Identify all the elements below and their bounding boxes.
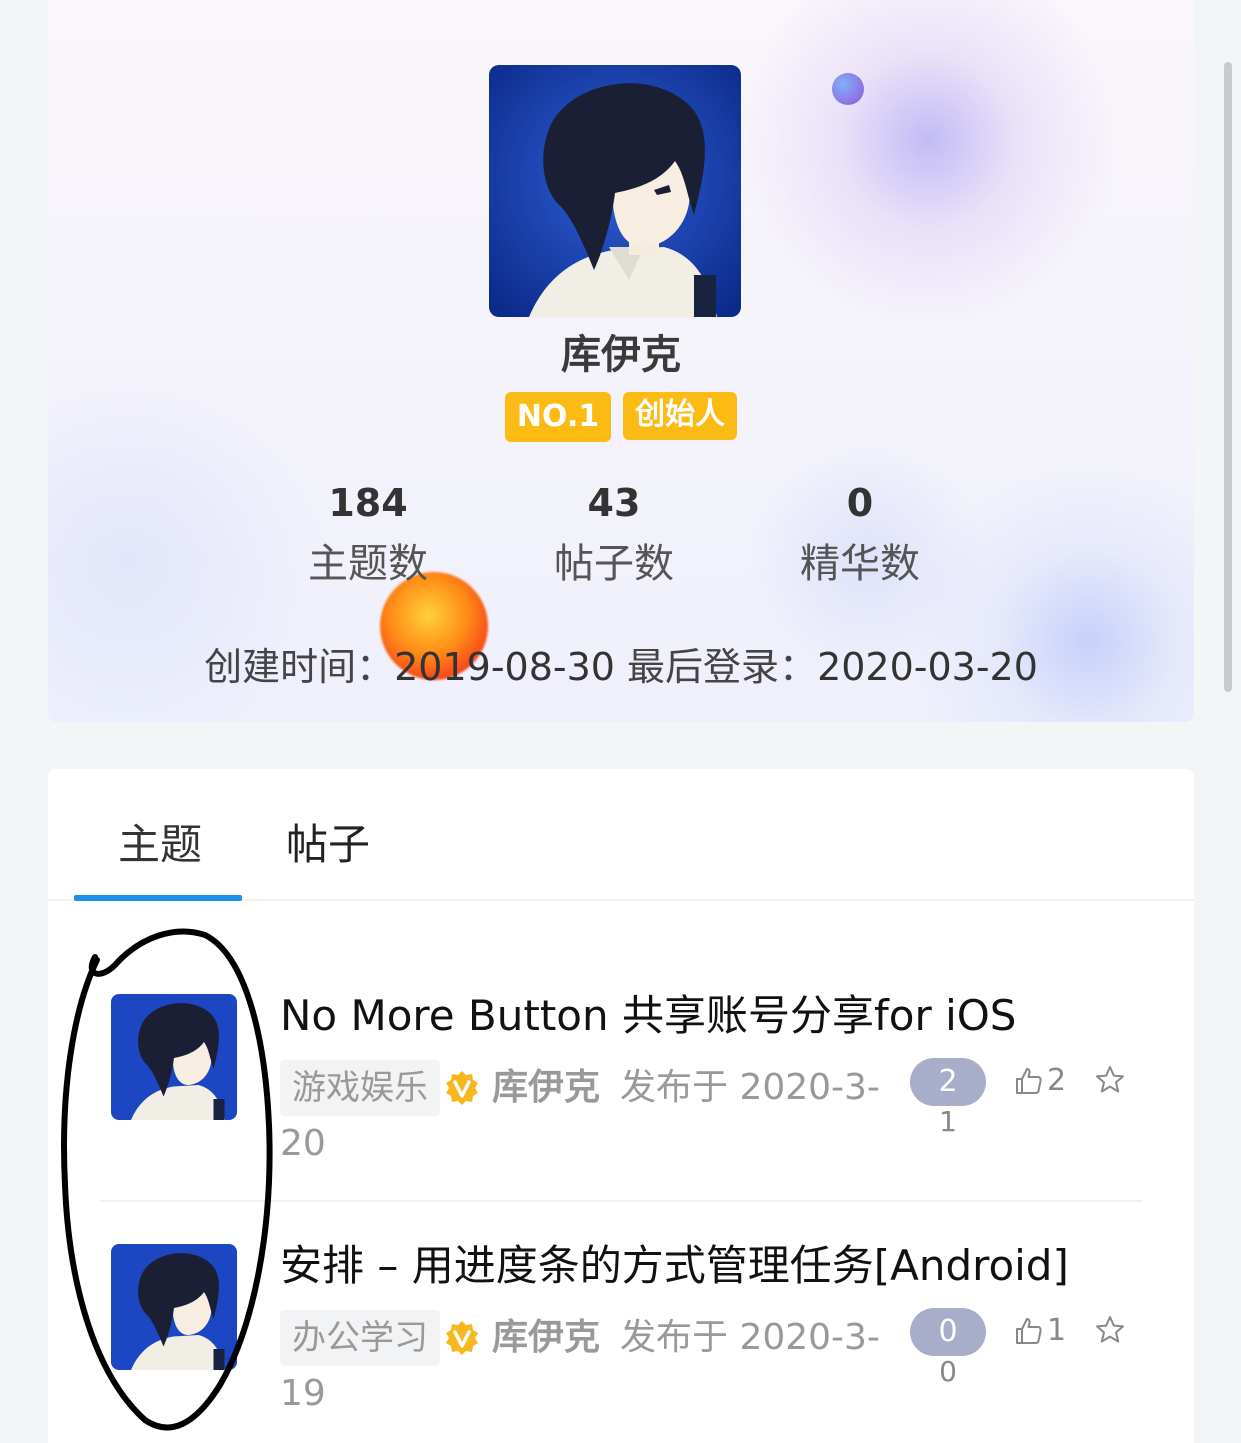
verified-v-icon <box>446 1071 478 1105</box>
topic-author-avatar[interactable] <box>111 994 237 1120</box>
topic-author-avatar[interactable] <box>111 1244 237 1370</box>
profile-header: 库伊克 NO.1 创始人 184 主题数 43 帖子数 0 精华数 创建时间：2… <box>48 0 1194 722</box>
stat-essence[interactable]: 0 精华数 <box>740 478 980 594</box>
founder-badge: 创始人 <box>623 392 738 440</box>
profile-username: 库伊克 <box>561 332 681 378</box>
topic-category[interactable]: 办公学习 <box>280 1310 440 1366</box>
star-outline-icon[interactable] <box>1094 1064 1126 1096</box>
reply-count-badge: 0 <box>910 1308 986 1356</box>
topic-author[interactable]: 库伊克 <box>492 1310 600 1366</box>
topic-published: 发布于 2020-3- <box>620 1067 880 1108</box>
last-login-date: 2020-03-20 <box>817 645 1038 689</box>
content-card: 主题 帖子 No More Button 共享账号分享for iOS 游戏娱乐 … <box>48 769 1194 1443</box>
decorative-dot <box>832 73 864 105</box>
tab-topics[interactable]: 主题 <box>118 817 202 873</box>
profile-dates: 创建时间：2019-08-30 最后登录：2020-03-20 <box>48 636 1194 691</box>
tab-active-indicator <box>74 895 242 901</box>
tab-bar: 主题 帖子 <box>48 769 1194 901</box>
like-count: 1 <box>1047 1313 1067 1348</box>
topic-item[interactable]: No More Button 共享账号分享for iOS 游戏娱乐 库伊克 发布… <box>100 991 1142 1244</box>
created-label: 创建时间： <box>204 645 395 689</box>
stat-topics[interactable]: 184 主题数 <box>248 478 488 594</box>
stat-posts[interactable]: 43 帖子数 <box>494 478 734 594</box>
topic-title[interactable]: 安排 – 用进度条的方式管理任务[Android] <box>280 1236 1069 1296</box>
rank-badge: NO.1 <box>504 392 612 442</box>
topic-author[interactable]: 库伊克 <box>492 1060 600 1116</box>
reply-count-badge: 2 <box>910 1058 986 1106</box>
scrollbar[interactable] <box>1224 62 1232 692</box>
thumbs-up-icon[interactable] <box>1014 1316 1044 1346</box>
like-count: 2 <box>1047 1063 1067 1098</box>
created-date: 2019-08-30 <box>394 645 615 689</box>
topic-published: 发布于 2020-3- <box>620 1317 880 1358</box>
reply-count-sub: 1 <box>939 1105 957 1138</box>
topic-published-cont: 19 <box>280 1373 326 1414</box>
topic-category[interactable]: 游戏娱乐 <box>280 1060 440 1116</box>
profile-badges: NO.1 创始人 <box>48 392 1194 442</box>
reply-count-sub: 0 <box>939 1355 957 1388</box>
verified-v-icon <box>446 1321 478 1355</box>
topic-title[interactable]: No More Button 共享账号分享for iOS <box>280 986 1016 1046</box>
tab-posts[interactable]: 帖子 <box>286 817 370 873</box>
thumbs-up-icon[interactable] <box>1014 1066 1044 1096</box>
topic-divider <box>100 1200 1142 1202</box>
stat-posts-value: 43 <box>587 481 641 525</box>
stat-essence-value: 0 <box>846 481 874 525</box>
stat-topics-value: 184 <box>328 481 408 525</box>
stat-essence-label: 精华数 <box>800 541 920 587</box>
topic-item[interactable]: 安排 – 用进度条的方式管理任务[Android] 办公学习 库伊克 发布于 2… <box>100 1241 1142 1443</box>
star-outline-icon[interactable] <box>1094 1314 1126 1346</box>
last-login-label: 最后登录： <box>627 645 818 689</box>
topic-published-cont: 20 <box>280 1123 326 1164</box>
profile-avatar[interactable] <box>489 65 741 317</box>
stat-posts-label: 帖子数 <box>554 541 674 587</box>
stat-topics-label: 主题数 <box>308 541 428 587</box>
